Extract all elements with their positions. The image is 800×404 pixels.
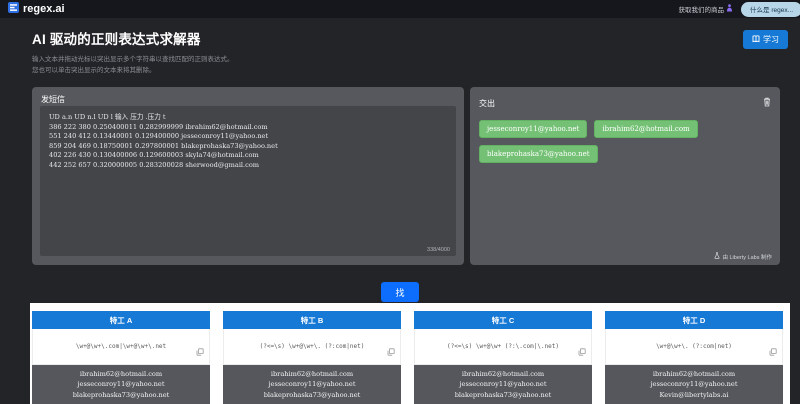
agent-card-title: 特工 B [223,311,401,329]
agent-regex-body: \w+@\w+\.com|\w+@\w+\.net [32,329,210,365]
agent-matches-list: ibrahim62@hotmail.com jesseconroy11@yaho… [414,365,592,404]
copy-regex-button[interactable] [196,343,204,361]
agent-card-d: 特工 D \w+@\w+\. (?:com|net) ibrahim62@hot… [605,311,783,404]
match-chip[interactable]: jesseconroy11@yahoo.net [479,120,587,138]
learn-button[interactable]: 学习 [743,30,788,49]
copy-icon [578,343,586,361]
hero-subtitle-line2: 您也可以单击突出显示的文本来将其删除。 [32,64,234,74]
agent-match: ibrahim62@hotmail.com [414,369,592,379]
hero-subtitle-line1: 输入文本并拖动光标以突出显示多个字符串以查找匹配的正则表达式。 [32,53,234,63]
agent-match: jesseconroy11@yahoo.net [223,379,401,389]
agent-card-title: 特工 D [605,311,783,329]
agents-strip: 特工 A \w+@\w+\.com|\w+@\w+\.net ibrahim62… [30,303,790,404]
input-line: 859 204 469 0.18750001 0.297800001 blake… [49,142,447,152]
copy-regex-button[interactable] [769,343,777,361]
book-icon [752,35,760,45]
agent-matches-list: ibrahim62@hotmail.com jesseconroy11@yaho… [605,365,783,404]
char-count: 338/4000 [427,247,450,253]
agent-regex: \w+@\w+\. (?:com|net) [650,343,738,350]
match-chip[interactable]: blakeprohaska73@yahoo.net [479,145,598,163]
output-panel: 交出 jesseconroy11@yahoo.net ibrahim62@hot… [470,87,780,265]
learn-button-label: 学习 [763,34,779,45]
clear-output-button[interactable] [763,94,771,112]
agent-regex: (?<=\s) \w+@\w+\. (?:com|net) [254,343,371,350]
agent-card-b: 特工 B (?<=\s) \w+@\w+\. (?:com|net) ibrah… [223,311,401,404]
agent-card-c: 特工 C (?<=\s) \w+@\w+ (?:\.com|\.net) ibr… [414,311,592,404]
navbar-right: 获取我们的商品 什么是 regex... [679,2,792,17]
merch-link[interactable]: 获取我们的商品 [679,4,734,14]
agent-match: Kevin@libertylabs.ai [605,390,783,400]
agent-match: jesseconroy11@yahoo.net [32,379,210,389]
input-panel: 发短信 UD a.n UD n.l UD l 输入 压力 .压力 t 386 2… [32,87,464,265]
credit-label: 由 Liberty Labs 制作 [722,253,772,261]
merch-link-label: 获取我们的商品 [679,4,725,14]
copy-regex-button[interactable] [578,343,586,361]
agent-regex-body: (?<=\s) \w+@\w+ (?:\.com|\.net) [414,329,592,365]
brand-name: regex.ai [23,3,65,15]
flask-icon [714,252,720,261]
agent-match: jesseconroy11@yahoo.net [605,379,783,389]
input-line: 551 240 412 0.13440001 0.129400000 jesse… [49,132,447,142]
agent-match: blakeprohaska73@yahoo.net [414,390,592,400]
regex-ai-logo-icon [8,2,19,16]
input-line: 386 222 380 0.250400011 0.282999999 ibra… [49,123,447,133]
regex-ai-app: regex.ai 获取我们的商品 什么是 regex... AI 驱动的正则表达… [0,0,800,404]
copy-icon [769,343,777,361]
person-icon [726,4,733,14]
input-line: UD a.n UD n.l UD l 输入 压力 .压力 t [49,113,447,123]
hero-section: AI 驱动的正则表达式求解器 输入文本并拖动光标以突出显示多个字符串以查找匹配的… [0,18,800,75]
agent-regex-body: \w+@\w+\. (?:com|net) [605,329,783,365]
agent-regex: (?<=\s) \w+@\w+ (?:\.com|\.net) [441,343,565,350]
hero-text: AI 驱动的正则表达式求解器 输入文本并拖动光标以突出显示多个字符串以查找匹配的… [32,26,234,75]
page-title: AI 驱动的正则表达式求解器 [32,28,234,48]
agent-card-title: 特工 C [414,311,592,329]
input-panel-title: 发短信 [32,87,464,105]
agent-regex-body: (?<=\s) \w+@\w+\. (?:com|net) [223,329,401,365]
agent-card-title: 特工 A [32,311,210,329]
output-panel-title: 交出 [479,98,495,109]
liberty-labs-credit-link[interactable]: 由 Liberty Labs 制作 [714,252,772,261]
copy-icon [196,343,204,361]
agent-regex: \w+@\w+\.com|\w+@\w+\.net [70,343,172,350]
agent-match: ibrahim62@hotmail.com [223,369,401,379]
agent-match: blakeprohaska73@yahoo.net [223,390,401,400]
match-chip[interactable]: ibrahim62@hotmail.com [594,120,697,138]
trash-icon [763,94,771,112]
match-chips: jesseconroy11@yahoo.net ibrahim62@hotmai… [470,112,780,163]
copy-icon [387,343,395,361]
what-is-regex-button[interactable]: 什么是 regex... [741,2,800,17]
agent-match: blakeprohaska73@yahoo.net [32,390,210,400]
panels-row: 发短信 UD a.n UD n.l UD l 输入 压力 .压力 t 386 2… [0,87,800,265]
find-row: 找 [0,282,800,302]
text-input-area[interactable]: UD a.n UD n.l UD l 输入 压力 .压力 t 386 222 3… [40,106,456,256]
agent-match: ibrahim62@hotmail.com [605,369,783,379]
agent-match: ibrahim62@hotmail.com [32,369,210,379]
copy-regex-button[interactable] [387,343,395,361]
brand-logo[interactable]: regex.ai [8,2,65,16]
output-panel-header: 交出 [470,87,780,112]
agent-match: jesseconroy11@yahoo.net [414,379,592,389]
agent-card-a: 特工 A \w+@\w+\.com|\w+@\w+\.net ibrahim62… [32,311,210,404]
navbar: regex.ai 获取我们的商品 什么是 regex... [0,0,800,18]
input-line: 442 252 657 0.320000005 0.283200028 sher… [49,161,447,171]
agent-matches-list: ibrahim62@hotmail.com jesseconroy11@yaho… [32,365,210,404]
input-line: 402 226 430 0.130400006 0.129600003 skyl… [49,151,447,161]
find-button[interactable]: 找 [381,282,419,302]
agent-matches-list: ibrahim62@hotmail.com jesseconroy11@yaho… [223,365,401,404]
